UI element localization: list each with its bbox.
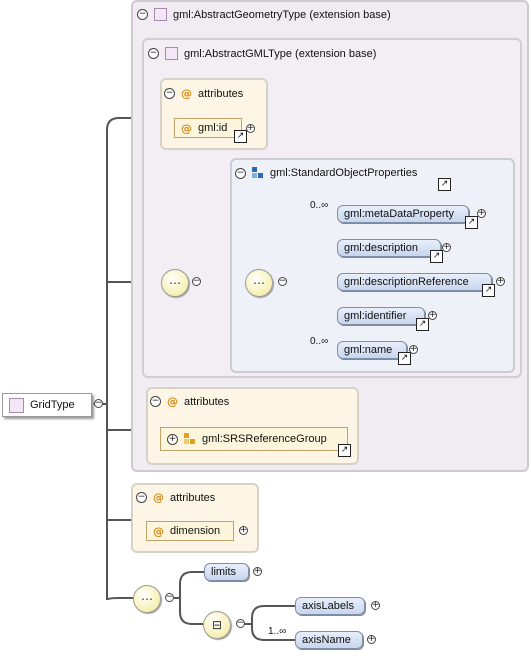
- link-icon[interactable]: ↗: [465, 216, 478, 229]
- expand-icon[interactable]: +: [367, 635, 376, 644]
- element-label: axisLabels: [302, 600, 354, 612]
- expand-icon[interactable]: +: [167, 433, 178, 445]
- attributes-header-1: − @ attributes: [164, 87, 243, 100]
- attribute-group-srs-reference[interactable]: + gml:SRSReferenceGroup: [160, 427, 348, 451]
- element-description-reference[interactable]: gml:descriptionReference: [337, 273, 492, 291]
- attribute-group-icon: [184, 433, 196, 445]
- attribute-label: dimension: [170, 525, 221, 537]
- collapse-icon[interactable]: −: [150, 396, 161, 407]
- root-type-node[interactable]: GridType: [2, 393, 92, 417]
- element-limits[interactable]: limits: [204, 563, 249, 581]
- element-metadata-property[interactable]: gml:metaDataProperty: [337, 205, 469, 223]
- element-label: limits: [211, 566, 237, 578]
- element-identifier[interactable]: gml:identifier: [337, 307, 425, 325]
- sequence-compositor[interactable]: ⋯: [133, 585, 161, 613]
- attribute-gml-id[interactable]: @ gml:id: [174, 118, 242, 138]
- link-icon[interactable]: ↗: [430, 250, 443, 263]
- element-label: gml:metaDataProperty: [344, 208, 455, 220]
- extension-base-header: − gml:AbstractGeometryType (extension ba…: [137, 8, 391, 21]
- occurrence-label: 0..∞: [310, 200, 329, 211]
- attribute-icon: @: [153, 524, 164, 538]
- attribute-label: gml:id: [198, 122, 228, 134]
- link-icon[interactable]: ↗: [234, 130, 247, 143]
- link-icon[interactable]: ↗: [338, 444, 351, 457]
- collapse-icon[interactable]: −: [278, 277, 287, 286]
- expand-icon[interactable]: +: [246, 124, 255, 133]
- group-icon: [252, 167, 264, 179]
- sequence-compositor[interactable]: ⋯: [161, 269, 189, 297]
- collapse-icon[interactable]: −: [137, 9, 148, 20]
- inner-extension-label: gml:AbstractGMLType (extension base): [184, 47, 377, 60]
- group-label: gml:StandardObjectProperties: [270, 167, 418, 179]
- expand-icon[interactable]: +: [371, 601, 380, 610]
- standard-object-properties-header: − gml:StandardObjectProperties: [235, 167, 417, 179]
- sequence-compositor[interactable]: ⋯: [245, 269, 273, 297]
- collapse-icon[interactable]: −: [165, 593, 174, 602]
- collapse-icon[interactable]: −: [136, 492, 147, 503]
- expand-icon[interactable]: +: [496, 277, 505, 286]
- attributes-title: attributes: [198, 87, 244, 100]
- attributes-header-2: − @ attributes: [150, 395, 229, 408]
- expand-icon[interactable]: +: [253, 567, 262, 576]
- attribute-icon: @: [167, 395, 178, 408]
- extension-base-label: gml:AbstractGeometryType (extension base…: [173, 8, 391, 21]
- attributes-title: attributes: [184, 395, 230, 408]
- link-icon[interactable]: ↗: [482, 284, 495, 297]
- occurrence-label: 1..∞: [268, 626, 287, 637]
- attribute-label: gml:SRSReferenceGroup: [202, 433, 327, 445]
- expand-icon[interactable]: +: [428, 311, 437, 320]
- element-label: axisName: [302, 634, 351, 646]
- collapse-icon[interactable]: −: [236, 619, 245, 628]
- element-label: gml:descriptionReference: [344, 276, 469, 288]
- element-axis-name[interactable]: axisName: [295, 631, 363, 649]
- element-label: gml:identifier: [344, 310, 407, 322]
- attributes-title: attributes: [170, 491, 216, 504]
- collapse-icon[interactable]: −: [235, 167, 246, 179]
- link-icon[interactable]: ↗: [438, 178, 451, 191]
- complex-type-icon: [154, 8, 167, 21]
- collapse-icon[interactable]: −: [94, 399, 103, 408]
- root-label: GridType: [30, 399, 75, 411]
- expand-icon[interactable]: +: [409, 345, 418, 354]
- element-axis-labels[interactable]: axisLabels: [295, 597, 365, 615]
- collapse-icon[interactable]: −: [164, 88, 175, 99]
- occurrence-label: 0..∞: [310, 336, 329, 347]
- attributes-header-3: − @ attributes: [136, 491, 215, 504]
- complex-type-icon: [9, 397, 24, 413]
- element-label: gml:description: [344, 242, 418, 254]
- expand-icon[interactable]: +: [239, 526, 248, 535]
- collapse-icon[interactable]: −: [148, 48, 159, 59]
- expand-icon[interactable]: +: [477, 209, 486, 218]
- attribute-icon: @: [153, 491, 164, 504]
- choice-compositor[interactable]: ⊟: [203, 611, 231, 639]
- link-icon[interactable]: ↗: [416, 318, 429, 331]
- attribute-icon: @: [181, 87, 192, 100]
- complex-type-icon: [165, 47, 178, 60]
- element-label: gml:name: [344, 344, 393, 356]
- expand-icon[interactable]: +: [442, 243, 451, 252]
- inner-extension-header: − gml:AbstractGMLType (extension base): [148, 47, 376, 60]
- element-name[interactable]: gml:name: [337, 341, 407, 359]
- element-description[interactable]: gml:description: [337, 239, 441, 257]
- attribute-icon: @: [181, 121, 192, 135]
- collapse-icon[interactable]: −: [192, 277, 201, 286]
- attribute-dimension[interactable]: @ dimension: [146, 521, 234, 541]
